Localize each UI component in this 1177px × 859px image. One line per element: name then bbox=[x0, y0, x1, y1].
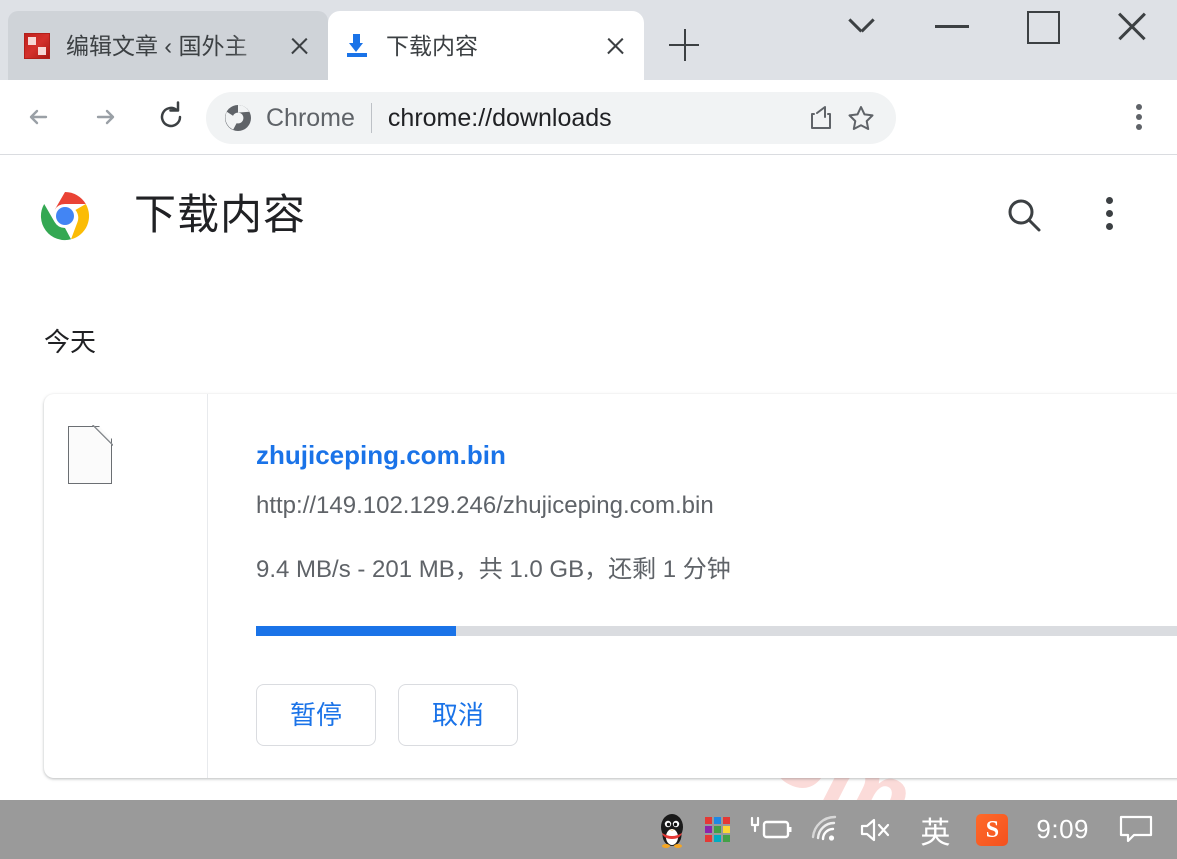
address-bar[interactable]: Chrome chrome://downloads bbox=[206, 92, 896, 144]
generic-file-icon bbox=[68, 425, 113, 484]
tab-title: 编辑文章 ‹ 国外主 bbox=[66, 32, 248, 59]
download-progress-bar bbox=[256, 626, 1177, 636]
download-filename-link[interactable]: zhujiceping.com.bin bbox=[256, 438, 506, 472]
url-text: chrome://downloads bbox=[387, 103, 612, 132]
back-button[interactable] bbox=[16, 94, 62, 140]
section-label-today: 今天 bbox=[44, 327, 97, 357]
battery-charging-icon[interactable] bbox=[740, 800, 802, 859]
tab-search-button[interactable] bbox=[817, 0, 907, 62]
new-tab-button[interactable] bbox=[658, 19, 710, 71]
volume-muted-icon[interactable] bbox=[850, 800, 906, 859]
downloads-menu-button[interactable] bbox=[1093, 194, 1125, 238]
minimize-button[interactable] bbox=[907, 0, 997, 62]
browser-window: 编辑文章 ‹ 国外主 下载内容 Chrome chrome://download… bbox=[0, 0, 1177, 859]
chrome-logo-icon bbox=[40, 191, 90, 241]
omnibox-divider bbox=[370, 103, 372, 133]
ime-indicator[interactable]: 英 bbox=[906, 800, 964, 859]
downloads-page-header: 下载内容 bbox=[0, 156, 1177, 268]
tab-editor-article[interactable]: 编辑文章 ‹ 国外主 bbox=[8, 11, 328, 80]
search-icon[interactable] bbox=[1001, 192, 1049, 240]
download-item-details: zhujiceping.com.bin http://149.102.129.2… bbox=[208, 394, 1177, 778]
download-actions: 暂停 取消 bbox=[256, 684, 518, 746]
download-file-icon-column bbox=[44, 394, 208, 778]
sogou-logo-label: S bbox=[976, 813, 1009, 846]
maximize-button[interactable] bbox=[997, 0, 1087, 62]
download-arrow-icon bbox=[342, 31, 372, 61]
page-title: 下载内容 bbox=[134, 191, 307, 238]
tab-strip: 编辑文章 ‹ 国外主 下载内容 bbox=[0, 0, 1177, 80]
download-status-text: 9.4 MB/s - 201 MB，共 1.0 GB，还剩 1 分钟 bbox=[256, 556, 731, 583]
tab-close-button[interactable] bbox=[600, 31, 630, 61]
pause-button[interactable]: 暂停 bbox=[256, 684, 376, 746]
reload-button[interactable] bbox=[148, 94, 194, 140]
downloads-page: zhujiceping.com 下载内容 bbox=[0, 156, 1177, 800]
forward-button[interactable] bbox=[82, 94, 128, 140]
download-progress-fill bbox=[256, 626, 456, 636]
windows-taskbar: 英 S 9:09 bbox=[0, 800, 1177, 859]
download-source-url: http://149.102.129.246/zhujiceping.com.b… bbox=[256, 492, 714, 519]
download-item-card: zhujiceping.com.bin http://149.102.129.2… bbox=[44, 394, 1177, 778]
taskbar-clock[interactable]: 9:09 bbox=[1020, 800, 1105, 859]
chrome-logo-icon bbox=[224, 104, 252, 132]
close-window-button[interactable] bbox=[1087, 0, 1177, 62]
notification-icon[interactable] bbox=[1105, 800, 1167, 859]
wordpress-site-favicon bbox=[22, 31, 52, 61]
qq-icon[interactable] bbox=[648, 800, 696, 859]
color-tiles-icon[interactable] bbox=[696, 800, 740, 859]
share-icon[interactable] bbox=[804, 101, 838, 135]
sogou-pinyin-icon[interactable]: S bbox=[964, 800, 1020, 859]
cancel-button[interactable]: 取消 bbox=[398, 684, 518, 746]
chrome-chip-label: Chrome bbox=[266, 103, 355, 132]
tab-close-button[interactable] bbox=[284, 31, 314, 61]
browser-toolbar: Chrome chrome://downloads bbox=[0, 80, 1177, 155]
window-controls bbox=[817, 0, 1177, 62]
tab-title: 下载内容 bbox=[386, 32, 478, 59]
wifi-icon[interactable] bbox=[802, 800, 850, 859]
star-icon[interactable] bbox=[844, 101, 878, 135]
tab-downloads[interactable]: 下载内容 bbox=[328, 11, 644, 80]
browser-menu-button[interactable] bbox=[1123, 101, 1155, 133]
